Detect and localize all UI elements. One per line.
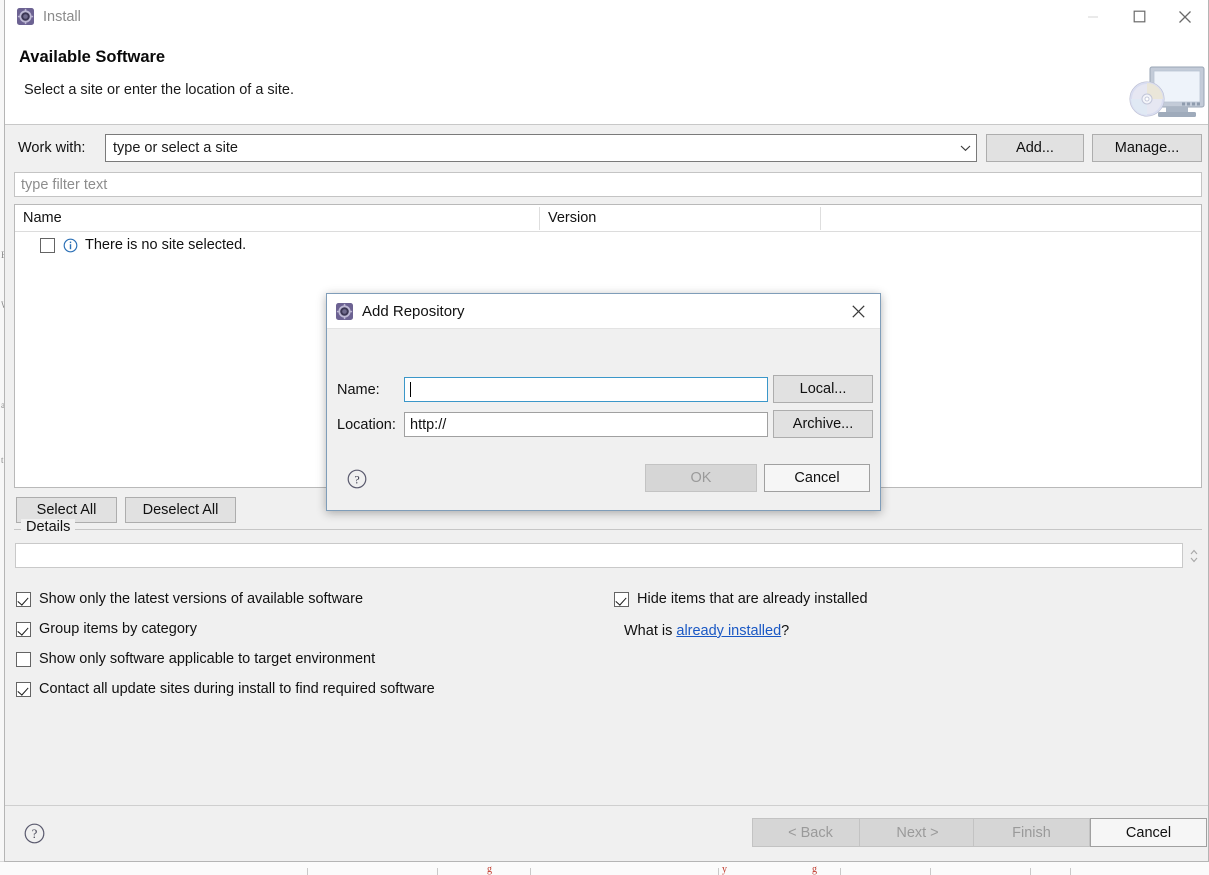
- maximize-icon[interactable]: [1116, 0, 1162, 33]
- work-with-label: Work with:: [18, 140, 86, 156]
- monitor-disc-icon: [1122, 63, 1208, 125]
- checkbox[interactable]: [16, 591, 31, 607]
- close-icon[interactable]: [836, 294, 880, 328]
- backdrop-ruler-strip: g y g: [0, 861, 1209, 875]
- help-icon[interactable]: ?: [347, 469, 367, 489]
- finish-button[interactable]: Finish: [973, 818, 1090, 847]
- info-icon: [63, 238, 78, 253]
- details-group: Details: [14, 519, 1202, 585]
- manage-button[interactable]: Manage...: [1092, 134, 1202, 162]
- window-title: Install: [43, 8, 81, 25]
- filter-placeholder: type filter text: [21, 176, 108, 193]
- ok-button[interactable]: OK: [645, 464, 757, 492]
- wizard-footer: ? < Back Next > Finish Cancel: [5, 805, 1208, 861]
- option-group-by-category[interactable]: Group items by category: [16, 621, 197, 637]
- details-field[interactable]: [15, 543, 1183, 568]
- svg-text:?: ?: [354, 472, 359, 486]
- page-title: Available Software: [19, 48, 166, 66]
- page-description: Select a site or enter the location of a…: [24, 82, 295, 98]
- dialog-title: Add Repository: [362, 302, 465, 320]
- row-checkbox[interactable]: [40, 237, 55, 253]
- eclipse-icon: [17, 8, 34, 25]
- checkbox[interactable]: [16, 621, 31, 637]
- table-header: Name Version: [15, 205, 1201, 232]
- details-legend: Details: [21, 519, 76, 535]
- eclipse-icon: [336, 302, 353, 320]
- checkbox[interactable]: [16, 651, 31, 667]
- chevron-down-icon[interactable]: [954, 135, 976, 161]
- table-rows: There is no site selected.: [15, 232, 1201, 258]
- dialog-cancel-button[interactable]: Cancel: [764, 464, 870, 492]
- help-icon[interactable]: ?: [24, 823, 45, 844]
- option-show-latest-versions[interactable]: Show only the latest versions of availab…: [16, 591, 363, 607]
- name-label: Name:: [337, 382, 380, 398]
- window-controls: [1070, 0, 1208, 33]
- cancel-button[interactable]: Cancel: [1090, 818, 1207, 847]
- table-row[interactable]: There is no site selected.: [15, 232, 1201, 258]
- option-label: Show only the latest versions of availab…: [39, 591, 364, 607]
- name-field[interactable]: [404, 377, 768, 402]
- checkbox[interactable]: [16, 681, 31, 697]
- option-target-environment[interactable]: Show only software applicable to target …: [16, 651, 375, 667]
- note-prefix: What is: [624, 623, 677, 639]
- location-label: Location:: [337, 417, 396, 433]
- resize-grip-icon[interactable]: [1188, 546, 1200, 566]
- filter-input[interactable]: type filter text: [14, 172, 1202, 197]
- dialog-titlebar: Add Repository: [327, 294, 880, 329]
- option-label: Hide items that are already installed: [637, 591, 868, 607]
- window-titlebar: Install: [5, 0, 1208, 33]
- option-contact-update-sites[interactable]: Contact all update sites during install …: [16, 681, 435, 697]
- column-header-version[interactable]: Version: [540, 205, 820, 231]
- option-label: Contact all update sites during install …: [39, 681, 435, 697]
- minimize-icon[interactable]: [1070, 0, 1116, 33]
- archive-button[interactable]: Archive...: [773, 410, 873, 438]
- column-header-name[interactable]: Name: [15, 205, 539, 231]
- text-caret: [410, 382, 411, 397]
- dialog-body: Name: Local... Location: http:// Archive…: [327, 329, 880, 454]
- add-button[interactable]: Add...: [986, 134, 1084, 162]
- work-with-combo[interactable]: type or select a site: [105, 134, 977, 162]
- checkbox[interactable]: [614, 591, 629, 607]
- deselect-all-button[interactable]: Deselect All: [125, 497, 236, 523]
- row-name: There is no site selected.: [85, 237, 247, 253]
- option-label: Show only software applicable to target …: [39, 651, 376, 667]
- already-installed-note: What is already installed?: [624, 623, 789, 639]
- add-repository-dialog: Add Repository Name: Local... Location: …: [326, 293, 881, 511]
- already-installed-link[interactable]: already installed: [676, 623, 781, 639]
- dialog-footer: ? OK Cancel: [327, 454, 880, 510]
- local-button[interactable]: Local...: [773, 375, 873, 403]
- work-with-row: Work with: type or select a site Add... …: [5, 134, 1208, 166]
- option-hide-installed[interactable]: Hide items that are already installed: [614, 591, 868, 607]
- option-label: Group items by category: [39, 621, 197, 637]
- column-label: Version: [548, 210, 597, 226]
- column-label: Name: [23, 210, 62, 226]
- next-button[interactable]: Next >: [859, 818, 976, 847]
- wizard-header: Available Software Select a site or ente…: [5, 33, 1208, 125]
- close-icon[interactable]: [1162, 0, 1208, 33]
- note-suffix: ?: [781, 623, 790, 639]
- location-field[interactable]: http://: [404, 412, 768, 437]
- back-button[interactable]: < Back: [752, 818, 869, 847]
- svg-text:?: ?: [32, 827, 38, 841]
- location-value: http://: [410, 416, 447, 433]
- work-with-value: type or select a site: [113, 140, 238, 156]
